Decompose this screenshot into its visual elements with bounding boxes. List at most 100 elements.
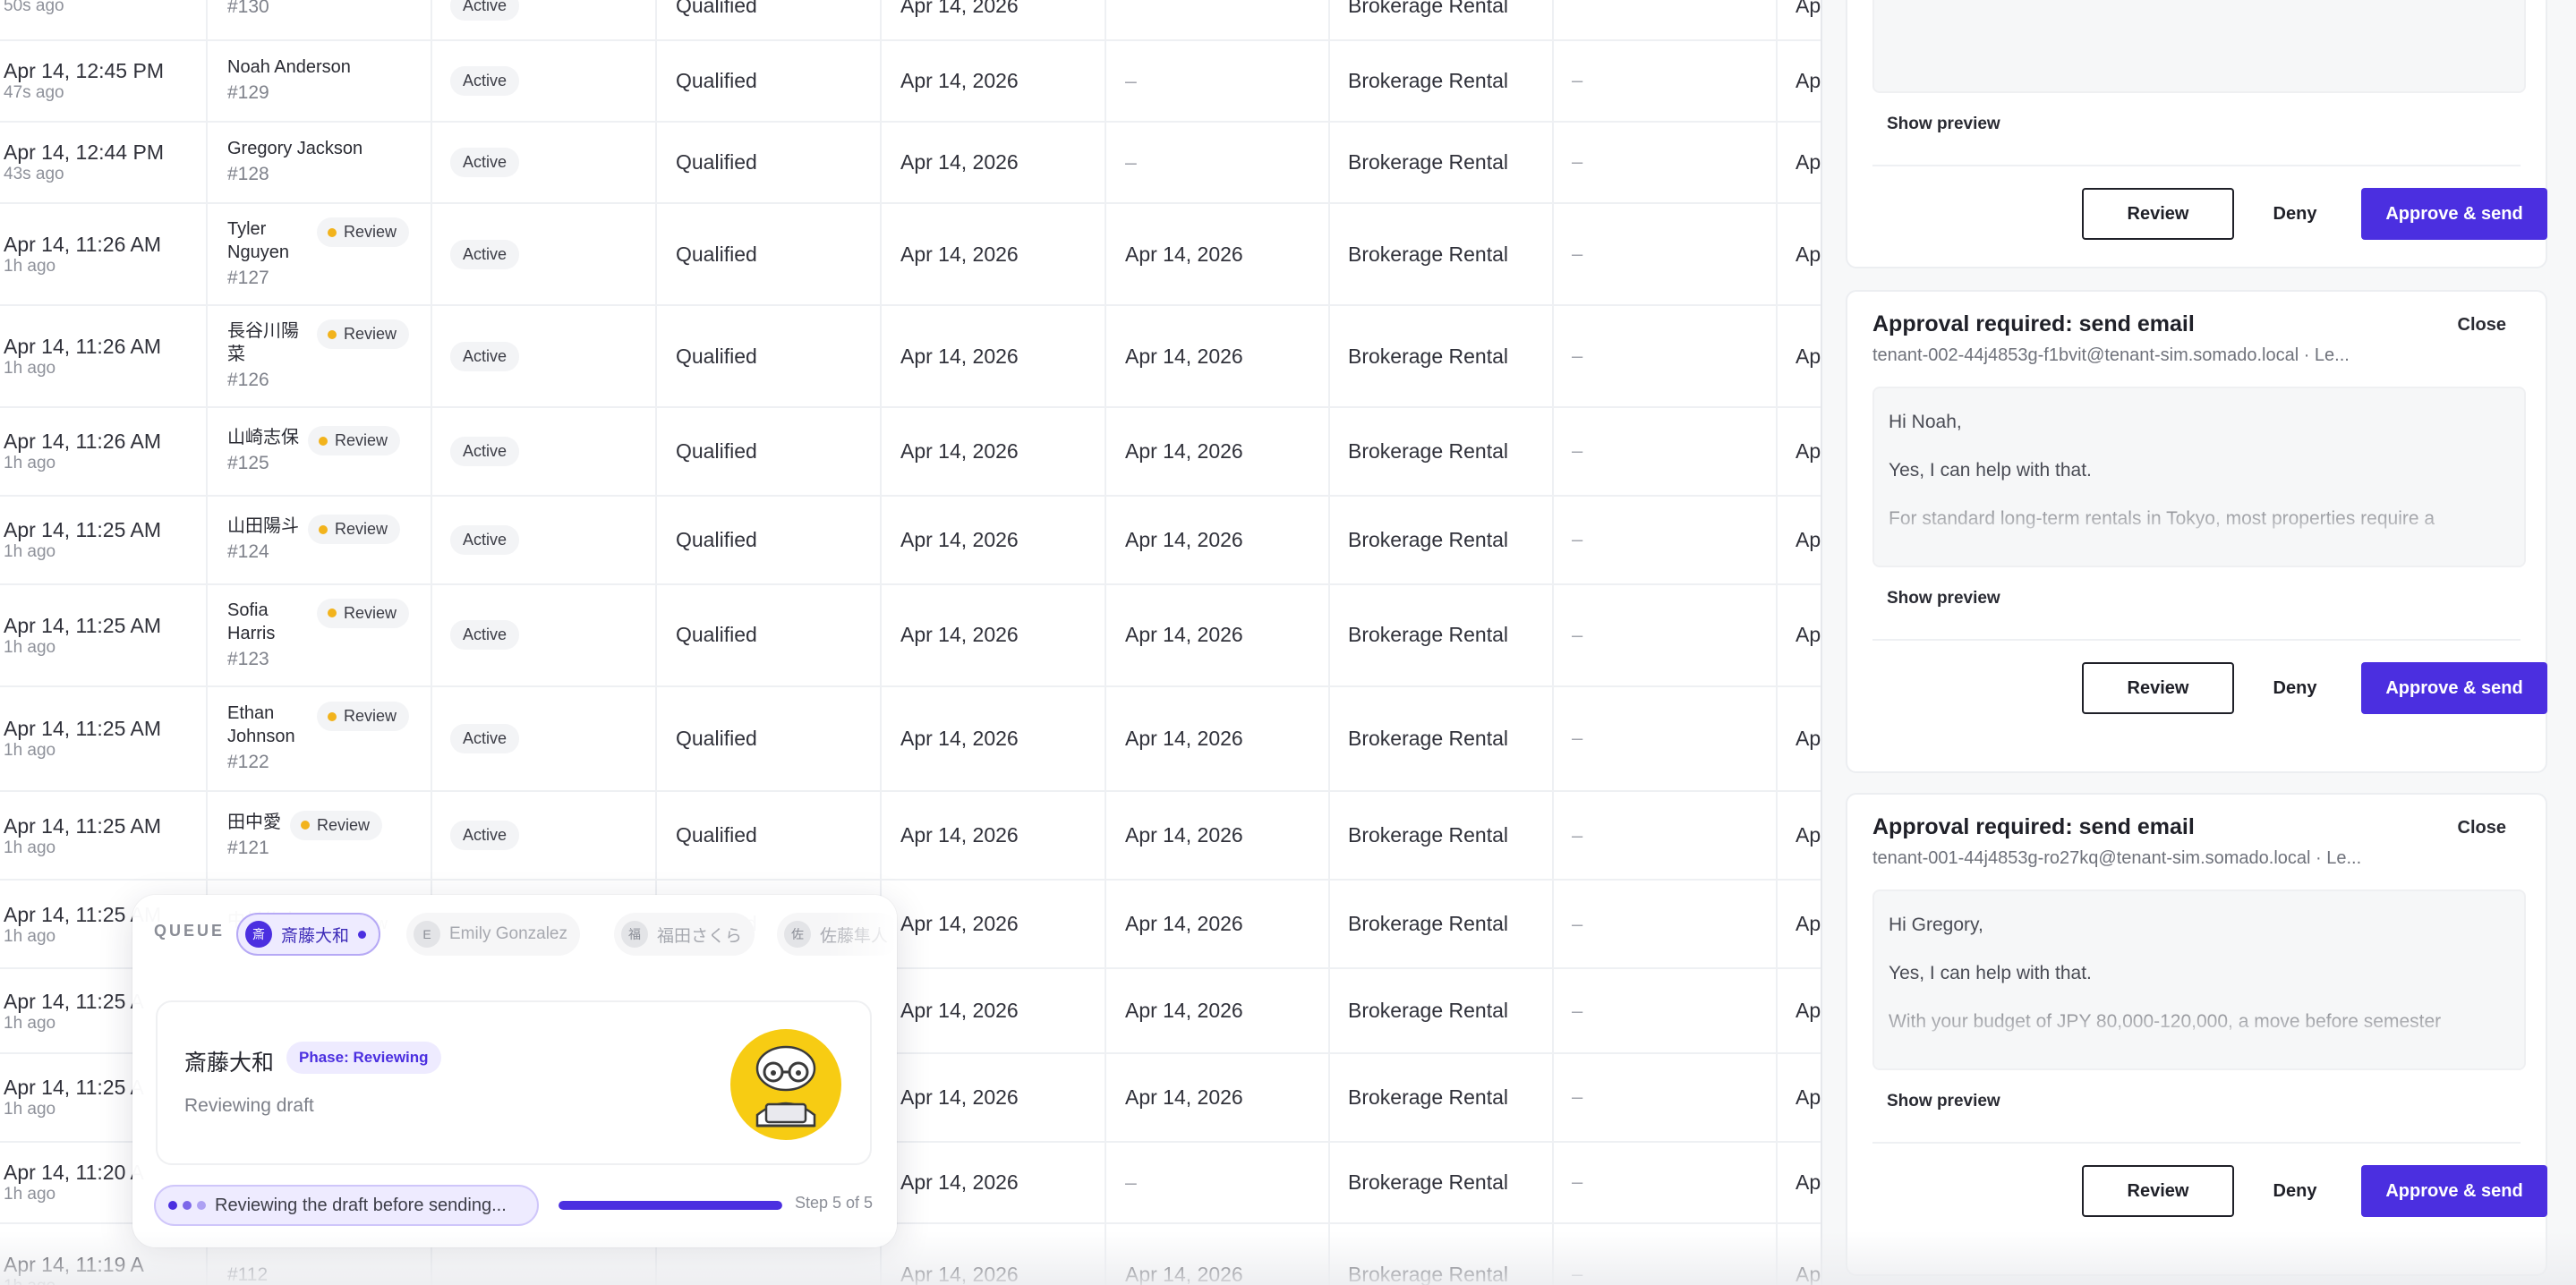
review-button[interactable]: Review xyxy=(2082,662,2234,714)
lead-name[interactable]: 山崎志保 xyxy=(227,426,299,449)
lead-cell[interactable]: 山崎志保 #125 Review xyxy=(208,408,432,495)
extra-cell-text: Ap xyxy=(1796,912,1821,936)
lead-cell[interactable]: Noah Anderson #129 xyxy=(208,40,432,121)
updated-date-cell-text: Apr 14, 2026 xyxy=(1125,623,1243,647)
type-cell: Brokerage Rental xyxy=(1330,0,1554,39)
lead-cell[interactable]: 長谷川陽菜 #126 Review xyxy=(208,306,432,406)
queue-chip[interactable]: 福福田さくら xyxy=(614,913,755,956)
approval-card: Approval required: send email Close tenant… xyxy=(1846,793,2547,1276)
card-divider xyxy=(1872,639,2521,641)
agent-cell-text: – xyxy=(1572,912,1583,935)
recipient-address: tenant-001-44j4853g-ro27kq@tenant-sim.so… xyxy=(1872,848,2362,868)
lead-text: 長谷川陽菜 #126 xyxy=(227,319,308,393)
lead-cell[interactable]: 田中愛 #121 Review xyxy=(208,792,432,880)
table-row[interactable]: Apr 14, 12:44 PM 43s ago Gregory Jackson #1… xyxy=(0,122,1844,204)
created-date-cell-text: Apr 14, 2026 xyxy=(900,999,1019,1022)
table-row[interactable]: Apr 14, 11:26 AM 1h ago Tyler Nguyen #127 Re… xyxy=(0,204,1844,306)
updated-date-cell-text: – xyxy=(1125,1170,1137,1194)
updated-date-cell-text: Apr 14, 2026 xyxy=(1125,1262,1243,1285)
lead-name[interactable]: Tyler Nguyen xyxy=(227,217,308,264)
email-preview-line: Hi Noah, xyxy=(1889,412,1962,432)
deny-button[interactable]: Deny xyxy=(2241,1165,2349,1217)
show-preview-button[interactable]: Show preview xyxy=(1887,115,2000,134)
lead-text: 山崎志保 #125 xyxy=(227,426,299,476)
lead-cell[interactable]: Gregory Jackson #128 xyxy=(208,122,432,202)
table-row[interactable]: 50s ago #130 Active Qualified Apr 14, 2026 Br… xyxy=(0,0,1844,41)
table-row[interactable]: Apr 14, 11:25 AM 1h ago 山田陽斗 #124 Review Acti… xyxy=(0,496,1844,585)
status-cell: Active xyxy=(432,686,657,791)
email-preview: Hi Noah,Yes, I can help with that.For st… xyxy=(1872,387,2526,567)
type-cell-text: Brokerage Rental xyxy=(1348,823,1508,847)
lead-name[interactable]: 田中愛 xyxy=(227,811,281,834)
review-badge[interactable]: Review xyxy=(290,810,383,840)
lead-name[interactable]: Noah Anderson xyxy=(227,55,351,79)
close-button[interactable]: Close xyxy=(2458,818,2506,838)
lead-cell[interactable]: Tyler Nguyen #127 Review xyxy=(208,204,432,304)
lead-cell[interactable]: Sofia Harris #123 Review xyxy=(208,584,432,685)
table-row[interactable]: Apr 14, 11:26 AM 1h ago 長谷川陽菜 #126 Review Act… xyxy=(0,306,1844,408)
show-preview-button[interactable]: Show preview xyxy=(1887,589,2000,608)
review-button[interactable]: Review xyxy=(2082,1165,2234,1217)
lead-wrap: 山崎志保 #125 Review xyxy=(227,426,401,476)
type-cell: Brokerage Rental xyxy=(1330,496,1554,583)
time-value: Apr 14, 11:26 AM xyxy=(4,430,162,454)
approve-send-button[interactable]: Approve & send xyxy=(2361,188,2547,240)
updated-date-cell: Apr 14, 2026 xyxy=(1106,881,1330,967)
time-ago: 43s ago xyxy=(4,165,64,184)
review-badge[interactable]: Review xyxy=(308,515,401,545)
table-row[interactable]: Apr 14, 11:25 AM 1h ago Ethan Johnson #122 R… xyxy=(0,686,1844,793)
status-badge: Active xyxy=(450,620,520,651)
review-dot-icon xyxy=(319,524,328,534)
type-cell: Brokerage Rental xyxy=(1330,40,1554,121)
lead-cell[interactable]: 山田陽斗 #124 Review xyxy=(208,496,432,583)
review-badge[interactable]: Review xyxy=(308,426,401,456)
lead-name[interactable]: 長谷川陽菜 xyxy=(227,319,308,366)
type-cell-text: Brokerage Rental xyxy=(1348,438,1508,463)
agent-cell-text: – xyxy=(1572,823,1583,847)
review-badge-label: Review xyxy=(344,325,397,343)
show-preview-button[interactable]: Show preview xyxy=(1887,1092,2000,1111)
updated-date-cell: – xyxy=(1106,122,1330,202)
table-row[interactable]: Apr 14, 12:45 PM 47s ago Noah Anderson #129… xyxy=(0,40,1844,123)
lead-cell[interactable]: #130 xyxy=(208,0,432,39)
email-preview-line: Yes, I can help with that. xyxy=(1889,963,2092,983)
queue-chip[interactable]: 斎斎藤大和 xyxy=(236,913,381,956)
updated-date-cell-text: Apr 14, 2026 xyxy=(1125,823,1243,847)
review-button[interactable]: Review xyxy=(2082,188,2234,240)
lead-cell[interactable]: Ethan Johnson #122 Review xyxy=(208,686,432,791)
lead-id: #124 xyxy=(227,541,269,563)
stage-cell: Qualified xyxy=(657,122,882,202)
time-value: Apr 14, 12:44 PM xyxy=(4,140,164,165)
agent-cell: – xyxy=(1554,306,1778,406)
lead-name[interactable]: Sofia Harris xyxy=(227,599,308,645)
queue-status-text: Reviewing the draft before sending... xyxy=(215,1195,507,1215)
lead-name[interactable]: 山田陽斗 xyxy=(227,515,299,538)
queue-current-card: 斎藤大和 Phase: Reviewing Reviewing draft xyxy=(156,1000,872,1165)
stage-cell: Qualified xyxy=(657,204,882,304)
review-badge[interactable]: Review xyxy=(317,598,410,628)
approval-card: Approval required: send email Close tenant… xyxy=(1846,290,2547,773)
lead-name[interactable]: Ethan Johnson xyxy=(227,702,308,748)
stage-cell: Qualified xyxy=(657,408,882,495)
queue-status-pill: Reviewing the draft before sending... xyxy=(154,1185,539,1226)
queue-chip[interactable]: E Emily Gonzalez xyxy=(406,913,580,956)
review-badge[interactable]: Review xyxy=(317,217,410,247)
time-ago: 1h ago xyxy=(4,637,56,657)
approve-send-button[interactable]: Approve & send xyxy=(2361,662,2547,714)
review-badge[interactable]: Review xyxy=(317,702,410,732)
table-row[interactable]: Apr 14, 11:25 AM 1h ago Sofia Harris #123 Re… xyxy=(0,584,1844,687)
lead-text: Ethan Johnson #122 xyxy=(227,702,308,775)
review-badge[interactable]: Review xyxy=(317,319,410,349)
queue-chip-name: 斎藤大和 xyxy=(281,926,350,946)
created-date-cell-text: Apr 14, 2026 xyxy=(900,344,1019,368)
deny-button[interactable]: Deny xyxy=(2241,188,2349,240)
close-button[interactable]: Close xyxy=(2458,315,2506,336)
time-cell: Apr 14, 11:25 AM 1h ago xyxy=(0,792,208,880)
table-row[interactable]: Apr 14, 11:26 AM 1h ago 山崎志保 #125 Review Acti… xyxy=(0,408,1844,497)
deny-button[interactable]: Deny xyxy=(2241,662,2349,714)
approve-send-button[interactable]: Approve & send xyxy=(2361,1165,2547,1217)
type-cell: Brokerage Rental xyxy=(1330,792,1554,880)
table-row[interactable]: Apr 14, 11:25 AM 1h ago 田中愛 #121 Review Activ… xyxy=(0,792,1844,881)
lead-name[interactable]: Gregory Jackson xyxy=(227,137,363,160)
time-cell: Apr 14, 11:25 AM 1h ago xyxy=(0,686,208,791)
